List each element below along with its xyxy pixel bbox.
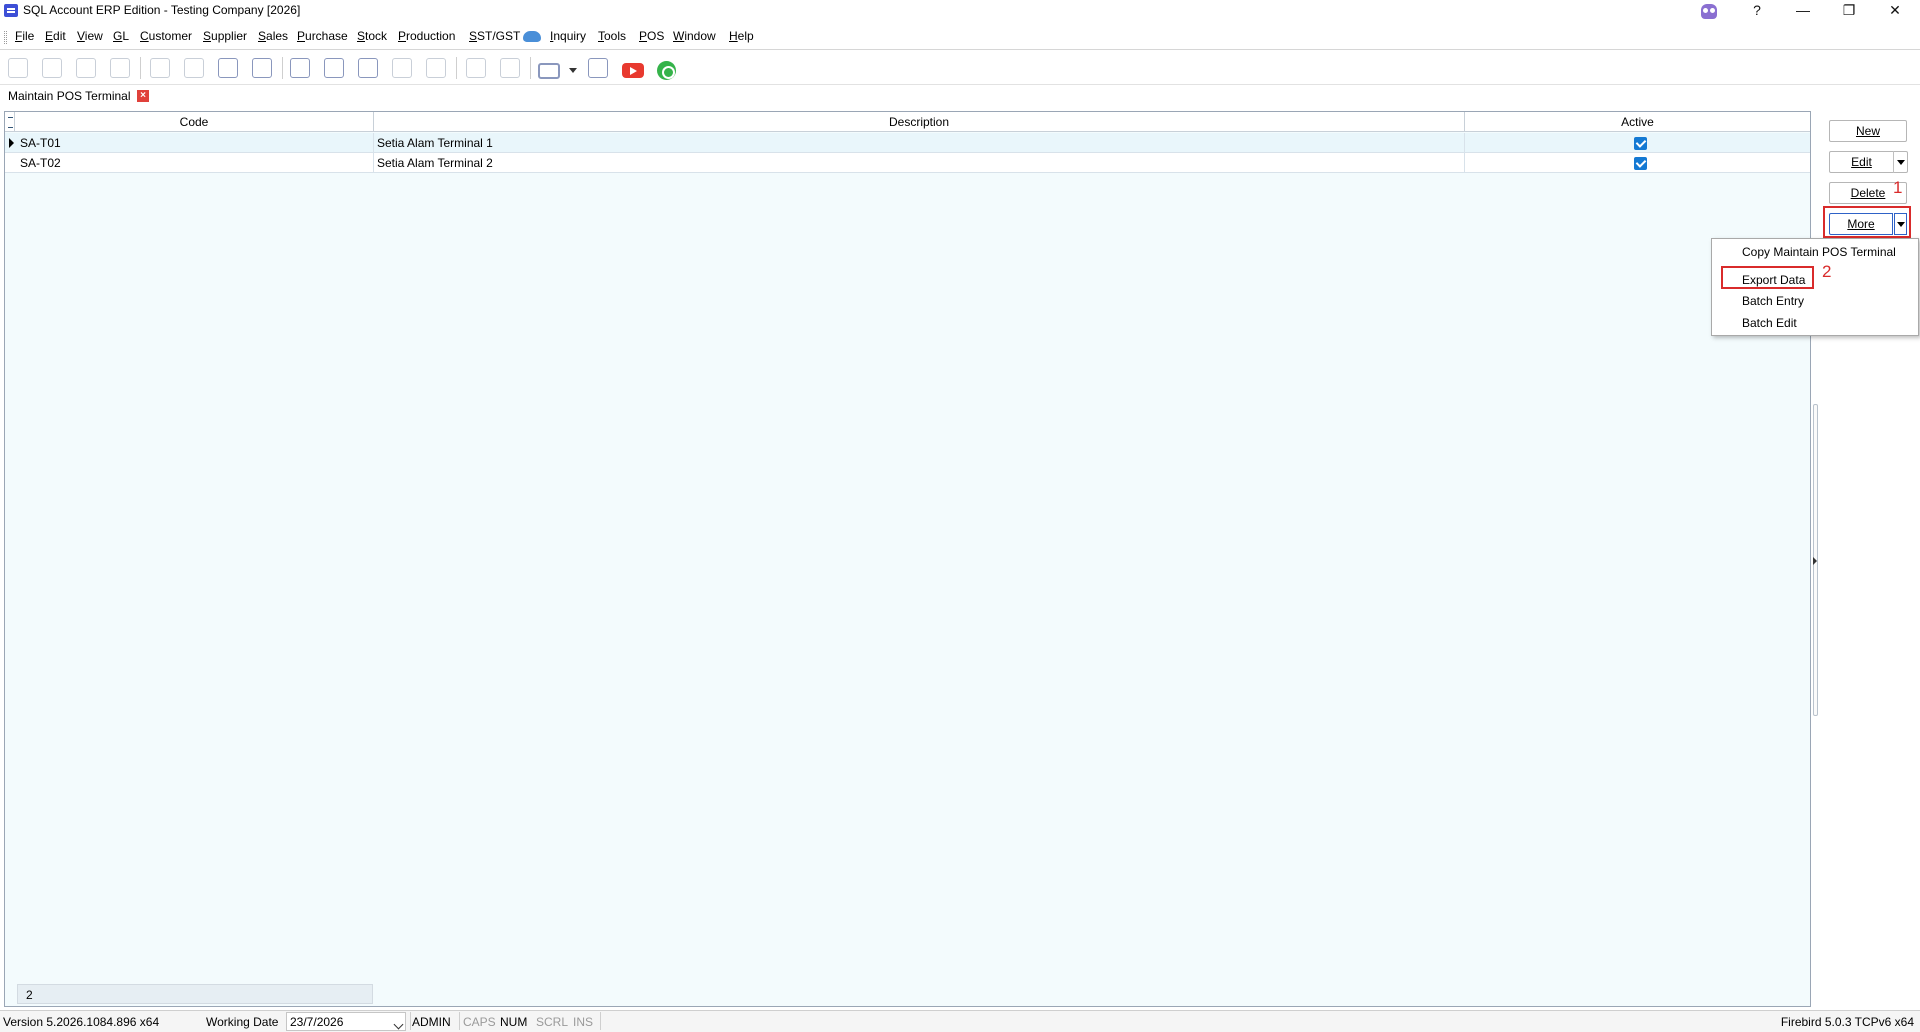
menu-pos[interactable]: POS: [639, 29, 664, 43]
tab-close-icon[interactable]: ×: [137, 90, 149, 102]
column-header-code[interactable]: Code: [15, 112, 374, 132]
new-button-label: New: [1855, 124, 1880, 138]
toolbar-separator: [282, 57, 283, 79]
menu-inquiry[interactable]: Inquiry: [550, 29, 586, 43]
tab-maintain-pos-terminal[interactable]: Maintain POS Terminal: [8, 89, 131, 103]
menu-item-batch-entry[interactable]: Batch Entry: [1742, 294, 1804, 308]
toolbar-separator: [530, 57, 531, 79]
home-icon[interactable]: [8, 58, 28, 78]
menu-item-copy-maintain-pos-terminal[interactable]: Copy Maintain POS Terminal: [1742, 245, 1896, 259]
search-icon[interactable]: [466, 58, 486, 78]
menu-tools[interactable]: Tools: [598, 29, 626, 43]
cell-description[interactable]: Setia Alam Terminal 1: [374, 133, 1465, 153]
menu-help[interactable]: Help: [729, 29, 754, 43]
copy-icon[interactable]: [76, 58, 96, 78]
toolbar: [0, 51, 1920, 85]
working-date-label: Working Date: [206, 1015, 279, 1029]
edit-dropdown-icon[interactable]: [1893, 151, 1908, 173]
status-separator: [600, 1012, 601, 1030]
pos-terminal-grid[interactable]: Code Description Active SA-T01 Setia Ala…: [4, 111, 1811, 1007]
column-header-description[interactable]: Description: [374, 112, 1465, 132]
column-chooser-icon[interactable]: [5, 112, 15, 132]
title-bar: SQL Account ERP Edition - Testing Compan…: [0, 0, 1920, 22]
preview-icon[interactable]: [588, 58, 608, 78]
menu-grip: [4, 31, 7, 44]
paste-icon[interactable]: [110, 58, 130, 78]
minimize-button[interactable]: —: [1780, 0, 1826, 22]
grid-header: Code Description Active: [5, 112, 1810, 132]
window-title: SQL Account ERP Edition - Testing Compan…: [23, 3, 301, 17]
first-icon[interactable]: [150, 58, 170, 78]
cell-description[interactable]: Setia Alam Terminal 2: [374, 153, 1465, 173]
menu-edit[interactable]: Edit: [45, 29, 66, 43]
owl-icon[interactable]: [1701, 4, 1717, 19]
ins-indicator: INS: [573, 1015, 594, 1029]
new-doc-icon[interactable]: [290, 58, 310, 78]
scrl-indicator: SCRL: [536, 1015, 569, 1029]
menu-view[interactable]: View: [77, 29, 103, 43]
whatsapp-icon[interactable]: [657, 61, 676, 80]
menu-file[interactable]: File: [15, 29, 34, 43]
last-icon[interactable]: [252, 58, 272, 78]
print-dropdown-icon[interactable]: [569, 68, 577, 73]
edit-button-label: Edit: [1851, 155, 1872, 169]
database-text: Firebird 5.0.3 TCPv6 x64: [1780, 1015, 1914, 1029]
user-text: ADMIN: [412, 1015, 451, 1029]
app-icon: [4, 4, 18, 17]
prev-icon[interactable]: [184, 58, 204, 78]
new-button[interactable]: New: [1829, 120, 1907, 142]
help-button[interactable]: ?: [1734, 0, 1780, 22]
print-icon[interactable]: [538, 63, 560, 79]
num-indicator: NUM: [500, 1015, 528, 1029]
menu-purchase[interactable]: Purchase: [297, 29, 348, 43]
table-row[interactable]: SA-T02 Setia Alam Terminal 2: [5, 153, 1810, 173]
menu-sales[interactable]: Sales: [258, 29, 288, 43]
active-checkbox[interactable]: [1634, 157, 1647, 170]
version-text: Version 5.2026.1084.896 x64: [3, 1015, 160, 1029]
cancel-icon[interactable]: [426, 58, 446, 78]
table-row[interactable]: SA-T01 Setia Alam Terminal 1: [5, 133, 1810, 153]
highlight-more-button: [1823, 206, 1911, 238]
step-number-2: 2: [1822, 262, 1832, 281]
splitter-arrow-icon[interactable]: [1813, 557, 1817, 565]
record-count: 2: [26, 988, 33, 1002]
menu-bar: File Edit View GL Customer Supplier Sale…: [0, 24, 1920, 50]
menu-stock[interactable]: Stock: [357, 29, 387, 43]
edit-doc-icon[interactable]: [324, 58, 344, 78]
refresh-icon[interactable]: [500, 58, 520, 78]
menu-sst-gst[interactable]: SST/GST: [469, 29, 520, 43]
cell-code[interactable]: SA-T02: [17, 153, 374, 173]
menu-production[interactable]: Production: [398, 29, 455, 43]
active-checkbox[interactable]: [1634, 137, 1647, 150]
menu-supplier[interactable]: Supplier: [203, 29, 247, 43]
menu-window[interactable]: Window: [673, 29, 716, 43]
restore-button[interactable]: ❐: [1826, 0, 1872, 22]
working-date-field[interactable]: 23/7/2026: [286, 1012, 406, 1031]
cut-icon[interactable]: [42, 58, 62, 78]
status-separator: [459, 1012, 460, 1030]
youtube-icon[interactable]: [622, 63, 644, 78]
toolbar-separator: [140, 57, 141, 79]
step-number-1: 1: [1893, 178, 1903, 197]
grid-footer: 2: [17, 984, 373, 1004]
menu-customer[interactable]: Customer: [140, 29, 192, 43]
working-date-value: 23/7/2026: [290, 1015, 344, 1029]
cloud-icon[interactable]: [523, 31, 541, 42]
next-icon[interactable]: [218, 58, 238, 78]
cell-code[interactable]: SA-T01: [17, 133, 374, 153]
tab-strip: Maintain POS Terminal ×: [0, 86, 1920, 108]
caps-indicator: CAPS: [463, 1015, 496, 1029]
highlight-export-data: [1721, 266, 1814, 289]
save-icon[interactable]: [392, 58, 412, 78]
menu-gl[interactable]: GL: [113, 29, 129, 43]
row-indicator-icon: [9, 138, 14, 148]
close-window-button[interactable]: ✕: [1872, 0, 1918, 22]
toolbar-separator: [456, 57, 457, 79]
status-separator: [410, 1012, 411, 1030]
delete-doc-icon[interactable]: [358, 58, 378, 78]
column-header-active[interactable]: Active: [1465, 112, 1810, 132]
delete-button-label: Delete: [1850, 186, 1886, 200]
menu-item-batch-edit[interactable]: Batch Edit: [1742, 316, 1797, 330]
